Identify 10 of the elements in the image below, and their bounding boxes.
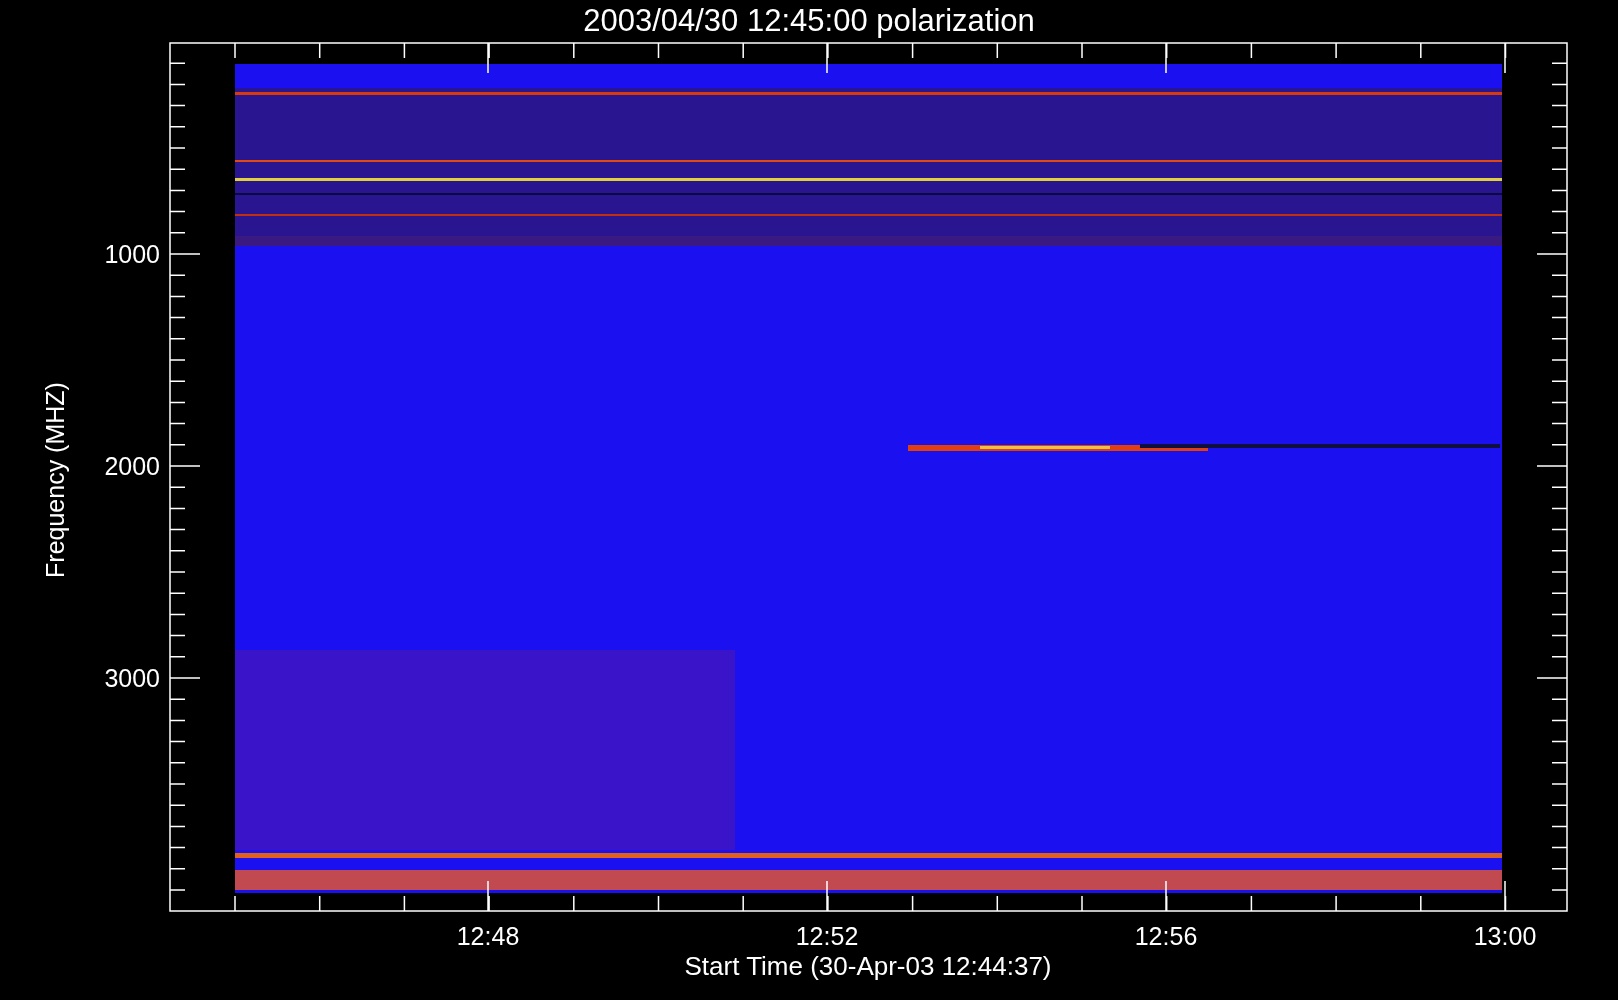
y-tick-label: 3000 bbox=[104, 664, 160, 692]
chart-title: 2003/04/30 12:45:00 polarization bbox=[583, 3, 1035, 38]
x-tick-label: 12:48 bbox=[456, 922, 520, 950]
x-tick-label: 12:56 bbox=[1134, 922, 1198, 950]
x-tick-label: 12:52 bbox=[795, 922, 859, 950]
x-axis-title: Start Time (30-Apr-03 12:44:37) bbox=[684, 951, 1052, 981]
x-tick-label: 13:00 bbox=[1473, 922, 1537, 950]
y-axis-title: Frequency (MHZ) bbox=[41, 382, 69, 578]
y-tick-label: 2000 bbox=[104, 452, 160, 480]
y-tick-label: 1000 bbox=[104, 240, 160, 268]
